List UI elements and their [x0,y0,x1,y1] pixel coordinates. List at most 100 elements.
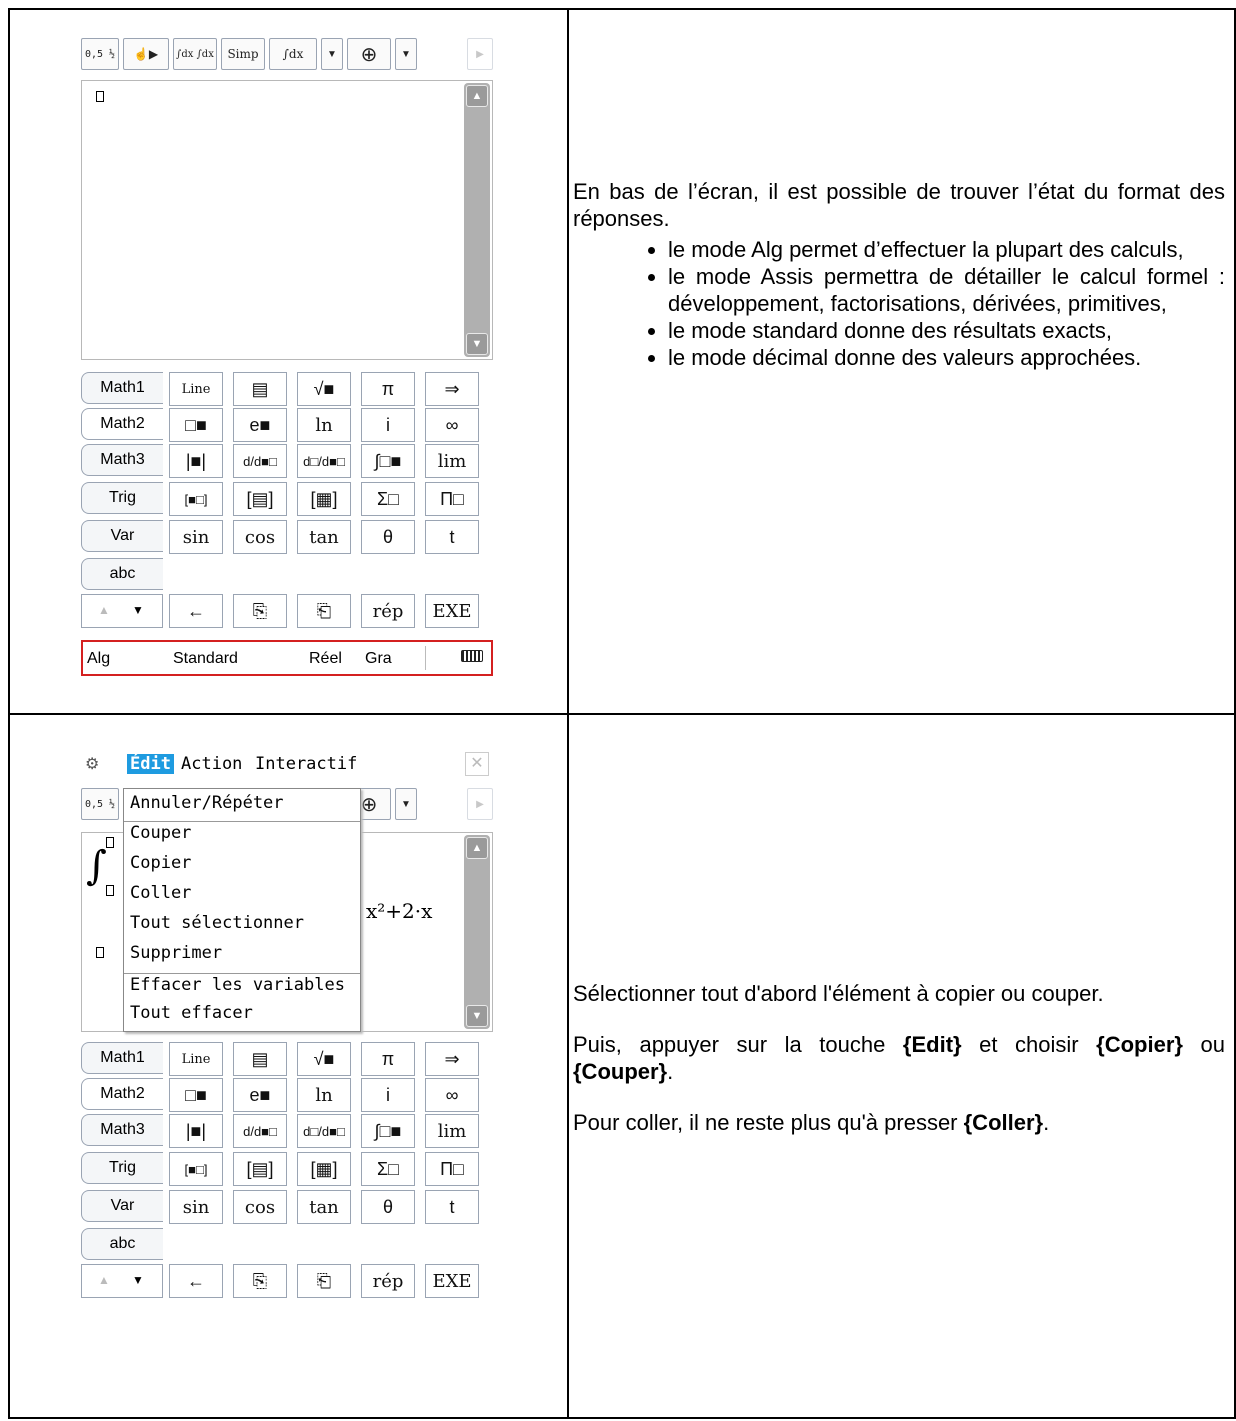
scroll-up-icon[interactable]: ▲ [466,85,488,107]
fraction-decimal-button[interactable]: 0,5 ½ [81,38,119,70]
menu-item-clear-variables[interactable]: Effacer les variables [130,975,345,995]
key-0-3[interactable]: π [361,372,415,406]
key-2-3[interactable]: ∫□■ [361,1114,415,1148]
tab-nav[interactable]: ▲ ▼ [81,1264,163,1298]
key-3-0[interactable]: [■□] [169,1152,223,1186]
tab-var[interactable]: Var [81,520,163,552]
key-4-3[interactable]: θ [361,1190,415,1224]
menu-action[interactable]: Action [181,754,242,774]
key-5-2[interactable]: ⎗ [297,1264,351,1298]
key-2-4[interactable]: lim [425,1114,479,1148]
key-4-3[interactable]: θ [361,520,415,554]
key-2-2[interactable]: d□/d■□ [297,444,351,478]
tab-up-icon[interactable]: ▲ [98,1273,110,1287]
status-mode[interactable]: Alg [87,650,110,668]
tab-down-icon[interactable]: ▼ [132,1273,144,1287]
menu-item-copy[interactable]: Copier [130,853,191,873]
key-2-4[interactable]: lim [425,444,479,478]
tab-nav[interactable]: ▲ ▼ [81,594,163,628]
integral-transform-button[interactable]: ∫dx ∫dx [173,38,217,70]
tab-math3[interactable]: Math3 [81,1114,163,1146]
key-0-1[interactable]: ▤ [233,1042,287,1076]
key-4-2[interactable]: tan [297,520,351,554]
tab-trig[interactable]: Trig [81,482,163,514]
scroll-up-icon[interactable]: ▲ [466,837,488,859]
scroll-down-icon[interactable]: ▼ [466,333,488,355]
key-1-0[interactable]: □■ [169,1078,223,1112]
key-0-4[interactable]: ⇒ [425,372,479,406]
tab-trig[interactable]: Trig [81,1152,163,1184]
key-4-4[interactable]: t [425,520,479,554]
key-2-2[interactable]: d□/d■□ [297,1114,351,1148]
key-3-2[interactable]: [▦] [297,482,351,516]
dropdown-arrow-button[interactable]: ▼ [395,788,417,820]
tab-var[interactable]: Var [81,1190,163,1222]
integral-pen-button[interactable]: ∫dx [269,38,317,70]
key-1-2[interactable]: ln [297,1078,351,1112]
key-4-0[interactable]: sin [169,1190,223,1224]
key-3-1[interactable]: [▤] [233,1152,287,1186]
key-3-3[interactable]: Σ□ [361,1152,415,1186]
key-1-4[interactable]: ∞ [425,1078,479,1112]
key-5-1[interactable]: ⎘ [233,594,287,628]
key-2-0[interactable]: |■| [169,444,223,478]
scrollbar[interactable]: ▲ ▼ [464,83,490,357]
simp-button[interactable]: Simp [221,38,265,70]
menu-item-paste[interactable]: Coller [130,883,191,903]
key-1-0[interactable]: □■ [169,408,223,442]
status-angle[interactable]: Gra [365,650,392,668]
key-0-2[interactable]: √■ [297,372,351,406]
key-1-1[interactable]: e■ [233,408,287,442]
key-1-3[interactable]: i [361,408,415,442]
key-5-4[interactable]: EXE [425,594,479,628]
status-format[interactable]: Standard [173,650,238,668]
scroll-right-button[interactable]: ▶ [467,38,493,70]
key-2-3[interactable]: ∫□■ [361,444,415,478]
key-0-0[interactable]: Line [169,1042,223,1076]
key-5-1[interactable]: ⎘ [233,1264,287,1298]
tab-math2[interactable]: Math2 [81,1078,163,1110]
menu-item-undo-redo[interactable]: Annuler/Répéter [130,793,284,813]
key-1-2[interactable]: ln [297,408,351,442]
key-4-1[interactable]: cos [233,520,287,554]
key-5-3[interactable]: rép [361,594,415,628]
key-3-3[interactable]: Σ□ [361,482,415,516]
key-0-1[interactable]: ▤ [233,372,287,406]
tab-math2[interactable]: Math2 [81,408,163,440]
work-area[interactable]: ▲ ▼ [81,80,493,360]
key-0-4[interactable]: ⇒ [425,1042,479,1076]
key-2-1[interactable]: d/d■□ [233,1114,287,1148]
key-5-2[interactable]: ⎗ [297,594,351,628]
key-5-0[interactable]: ← [169,594,223,628]
tab-math3[interactable]: Math3 [81,444,163,476]
menu-item-select-all[interactable]: Tout sélectionner [130,913,304,933]
key-1-4[interactable]: ∞ [425,408,479,442]
tab-up-icon[interactable]: ▲ [98,603,110,617]
key-0-2[interactable]: √■ [297,1042,351,1076]
key-4-4[interactable]: t [425,1190,479,1224]
scrollbar[interactable]: ▲ ▼ [464,835,490,1029]
gear-icon[interactable]: ⚙ [85,754,99,774]
key-3-0[interactable]: [■□] [169,482,223,516]
fraction-decimal-button[interactable]: 0,5 ½ [81,788,119,820]
menu-edit[interactable]: Édit [127,754,174,774]
key-4-0[interactable]: sin [169,520,223,554]
tab-math1[interactable]: Math1 [81,372,163,404]
key-4-1[interactable]: cos [233,1190,287,1224]
key-5-0[interactable]: ← [169,1264,223,1298]
menu-item-clear-all[interactable]: Tout effacer [130,1003,253,1023]
scroll-right-button[interactable]: ▶ [467,788,493,820]
key-0-3[interactable]: π [361,1042,415,1076]
key-1-1[interactable]: e■ [233,1078,287,1112]
key-4-2[interactable]: tan [297,1190,351,1224]
menu-item-delete[interactable]: Supprimer [130,943,222,963]
scroll-down-icon[interactable]: ▼ [466,1005,488,1027]
key-3-4[interactable]: Π□ [425,1152,479,1186]
expression-result[interactable]: x²+2·x [366,899,432,923]
key-3-1[interactable]: [▤] [233,482,287,516]
key-0-0[interactable]: Line [169,372,223,406]
tab-down-icon[interactable]: ▼ [132,603,144,617]
menu-interactif[interactable]: Interactif [255,754,357,774]
dropdown-arrow-button-2[interactable]: ▼ [395,38,417,70]
tab-abc[interactable]: abc [81,1228,163,1260]
